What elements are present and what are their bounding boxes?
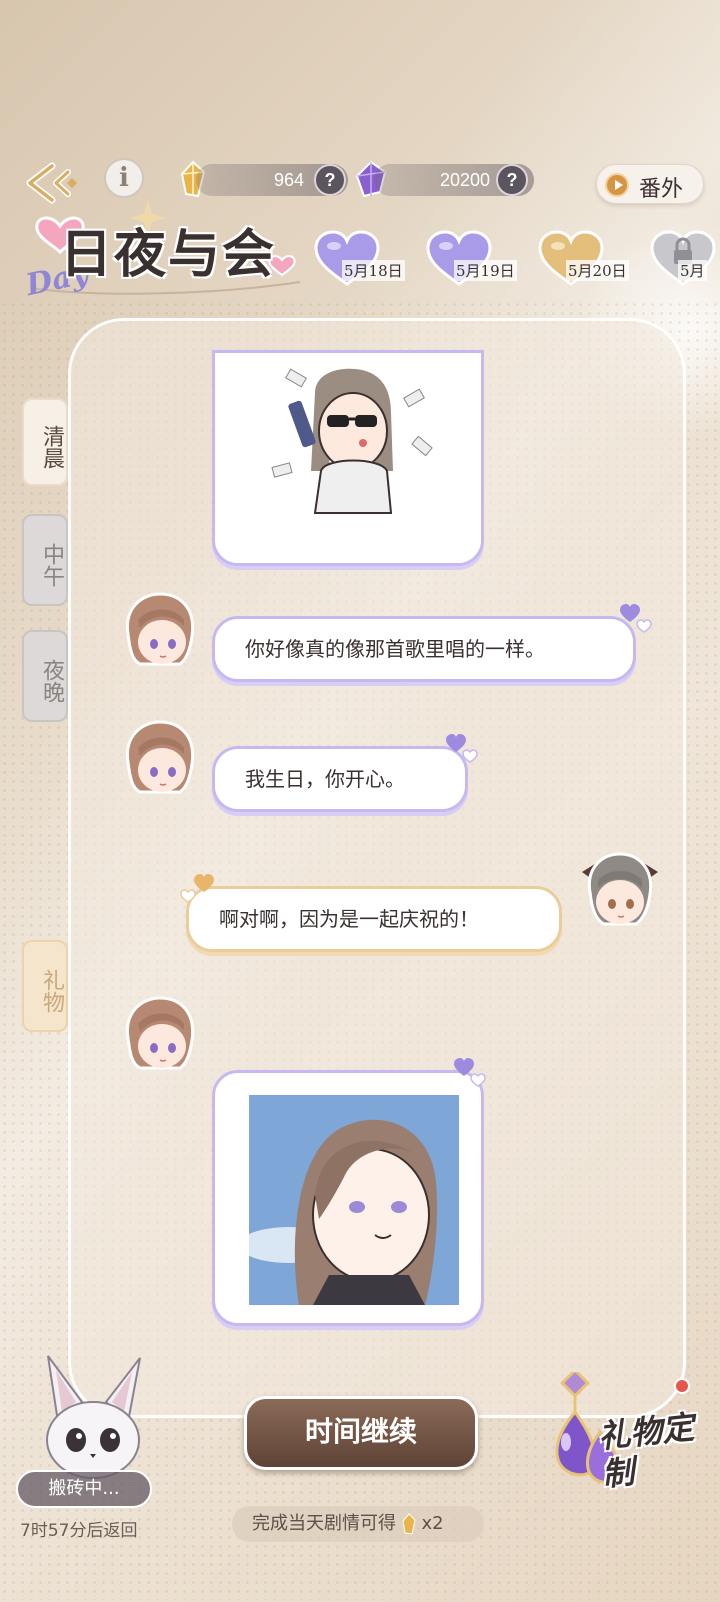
message-bubble-2: 我生日，你开心。: [212, 746, 468, 812]
gem-help-button[interactable]: ?: [496, 164, 528, 196]
pet-fox-icon[interactable]: [28, 1352, 158, 1482]
gold-help-button[interactable]: ?: [314, 164, 346, 196]
message-bubble-1: 你好像真的像那首歌里唱的一样。: [212, 616, 636, 682]
continue-time-button[interactable]: 时间继续: [244, 1396, 478, 1470]
info-icon[interactable]: i: [104, 158, 144, 198]
gold-crystal-icon: [402, 1513, 416, 1535]
avatar-character[interactable]: [120, 994, 200, 1078]
heart-decoration-icon: [180, 874, 214, 903]
tab-night[interactable]: 夜晚: [22, 630, 68, 722]
gift-custom-label[interactable]: 礼物定制: [596, 1406, 713, 1494]
heart-decoration-icon: [620, 604, 652, 633]
heart-decoration-icon: [446, 734, 478, 763]
pet-status-badge[interactable]: 搬砖中...: [16, 1470, 152, 1508]
date-tab-2[interactable]: 5月19日: [424, 230, 534, 290]
date-tab-3[interactable]: 5月20日: [536, 230, 646, 290]
date-tab-4[interactable]: 5月: [648, 230, 720, 290]
image-message[interactable]: [212, 1070, 484, 1326]
date-tab-1[interactable]: 5月18日: [312, 230, 422, 290]
avatar-player[interactable]: [580, 848, 660, 932]
play-icon: [605, 173, 629, 197]
date-label-3: 5月20日: [566, 260, 629, 281]
notification-dot: [674, 1378, 690, 1394]
message-text-3: 啊对啊，因为是一起庆祝的！: [219, 907, 479, 931]
date-label-2: 5月19日: [454, 260, 517, 281]
message-text-1: 你好像真的像那首歌里唱的一样。: [245, 637, 545, 661]
message-bubble-3: 啊对啊，因为是一起庆祝的！: [186, 886, 562, 952]
tab-morning[interactable]: 清晨: [22, 398, 68, 486]
page-title: 日夜与会: [60, 224, 277, 285]
avatar-character[interactable]: [120, 590, 200, 674]
pet-return-timer: 7时57分后返回: [20, 1521, 138, 1541]
reward-count: x2: [421, 1513, 444, 1534]
reward-text: 完成当天剧情可得: [252, 1513, 396, 1534]
avatar-character[interactable]: [120, 718, 200, 802]
sticker-image: [215, 353, 481, 563]
selfie-image: [249, 1095, 459, 1305]
extra-story-button[interactable]: 番外: [596, 164, 704, 204]
heart-decoration-icon: [454, 1058, 486, 1087]
date-label-1: 5月18日: [342, 260, 405, 281]
sticker-message[interactable]: [212, 350, 484, 566]
date-label-4: 5月: [678, 260, 707, 281]
tab-noon[interactable]: 中午: [22, 514, 68, 606]
reward-info: 完成当天剧情可得 x2: [232, 1506, 484, 1542]
extra-story-label: 番外: [639, 177, 684, 202]
message-text-2: 我生日，你开心。: [245, 767, 405, 791]
tab-gift[interactable]: 礼物: [22, 940, 68, 1032]
